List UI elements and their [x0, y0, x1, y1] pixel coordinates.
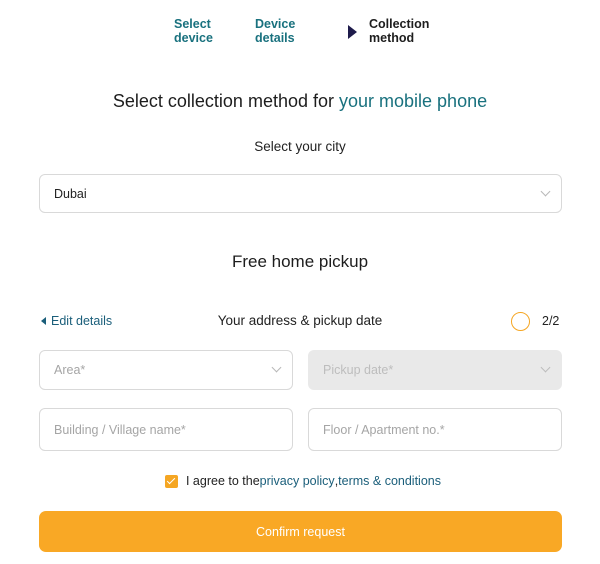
- step-label-line2: method: [369, 31, 415, 45]
- terms-agreement: I agree to the privacy policy, terms & c…: [0, 474, 600, 488]
- agree-text: I agree to the: [185, 474, 260, 488]
- step-select-device[interactable]: Select device: [174, 17, 213, 45]
- current-step-arrow-icon: [348, 25, 357, 39]
- step-collection-method: Collection method: [369, 17, 429, 45]
- building-name-input[interactable]: [39, 408, 293, 451]
- agree-checkbox[interactable]: [164, 474, 178, 488]
- privacy-policy-link[interactable]: privacy policy: [260, 474, 335, 488]
- address-section-label: Your address & pickup date: [217, 313, 383, 328]
- progress-stepper: Select device Device details Collection …: [0, 17, 600, 47]
- step-label-line1: Select: [174, 17, 211, 31]
- pickup-date-select[interactable]: Pickup date*: [308, 350, 562, 390]
- pickup-section-title: Free home pickup: [231, 252, 369, 271]
- chevron-down-icon: [271, 362, 282, 373]
- chevron-down-icon: [540, 186, 551, 196]
- area-select[interactable]: Area*: [39, 350, 293, 390]
- area-placeholder: Area*: [54, 363, 86, 377]
- pickup-date-placeholder: Pickup date*: [323, 363, 394, 377]
- page-title-accent: your mobile phone: [339, 91, 488, 111]
- chevron-down-icon: [540, 362, 551, 373]
- step-device-details[interactable]: Device details: [255, 17, 295, 45]
- floor-apartment-input[interactable]: [308, 408, 562, 451]
- page-title-prefix: Select collection method for: [112, 91, 339, 111]
- terms-conditions-link[interactable]: terms & conditions: [338, 474, 441, 488]
- city-select[interactable]: Dubai: [39, 174, 562, 213]
- page-title: Select collection method for your mobile…: [0, 91, 600, 112]
- confirm-request-button[interactable]: Confirm request: [39, 511, 562, 552]
- city-select-value: Dubai: [54, 186, 87, 201]
- city-label: Select your city: [254, 139, 346, 154]
- progress-ring-icon: [511, 312, 530, 331]
- step-label-line2: device: [174, 31, 213, 45]
- step-label-line1: Device: [255, 17, 296, 31]
- step-label-line2: details: [255, 31, 295, 45]
- progress-count: 2/2: [542, 314, 560, 328]
- step-label-line1: Collection: [369, 17, 430, 31]
